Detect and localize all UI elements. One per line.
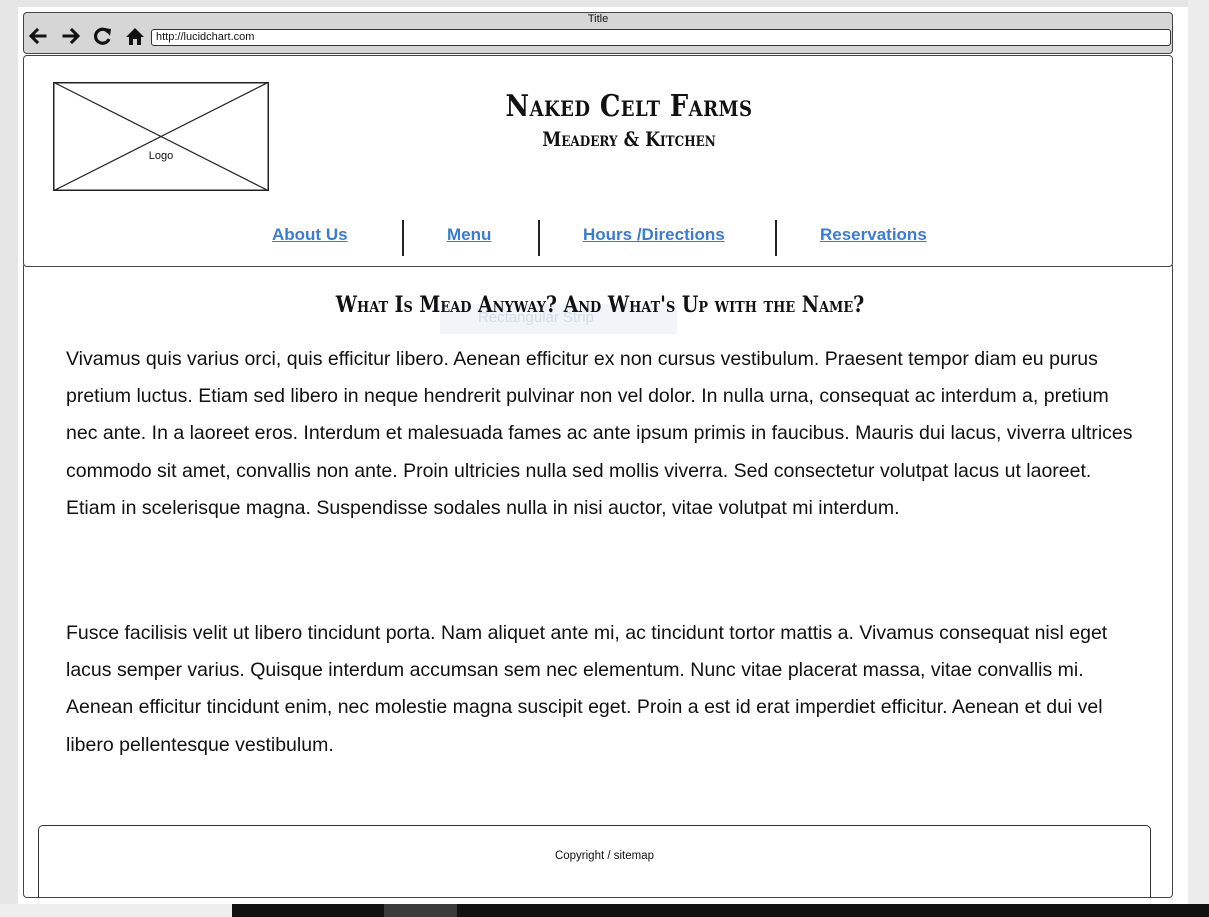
- home-icon[interactable]: [125, 26, 145, 46]
- nav-link-menu[interactable]: Menu: [447, 225, 491, 245]
- back-arrow-icon[interactable]: [28, 26, 48, 46]
- nav-link-about-us[interactable]: About Us: [272, 225, 348, 245]
- footer-copyright-sitemap[interactable]: Copyright / sitemap: [0, 850, 1209, 862]
- nav-link-hours-directions[interactable]: Hours /Directions: [583, 225, 725, 245]
- site-title: Naked Celt Farms: [505, 89, 753, 124]
- logo-placeholder: [53, 82, 269, 191]
- section-heading: What Is Mead Anyway? And What's Up with …: [335, 292, 865, 318]
- nav-divider: [775, 220, 777, 256]
- logo-label: Logo: [148, 150, 174, 162]
- forward-arrow-icon[interactable]: [61, 26, 81, 46]
- nav-divider: [402, 220, 404, 256]
- right-scroll-strip: [1188, 0, 1209, 904]
- nav-divider: [538, 220, 540, 256]
- url-field[interactable]: [151, 29, 1171, 46]
- taskbar-tab[interactable]: [384, 904, 457, 917]
- taskbar: [0, 904, 1209, 917]
- nav-link-reservations[interactable]: Reservations: [820, 225, 927, 245]
- body-paragraph: Vivamus quis varius orci, quis efficitur…: [66, 348, 1133, 519]
- window-title: Title: [587, 13, 609, 25]
- refresh-icon[interactable]: [93, 26, 113, 46]
- taskbar-dark-area: [232, 904, 1209, 917]
- site-subtitle: Meadery & Kitchen: [542, 127, 716, 151]
- body-paragraph: Fusce facilisis velit ut libero tincidun…: [66, 622, 1108, 756]
